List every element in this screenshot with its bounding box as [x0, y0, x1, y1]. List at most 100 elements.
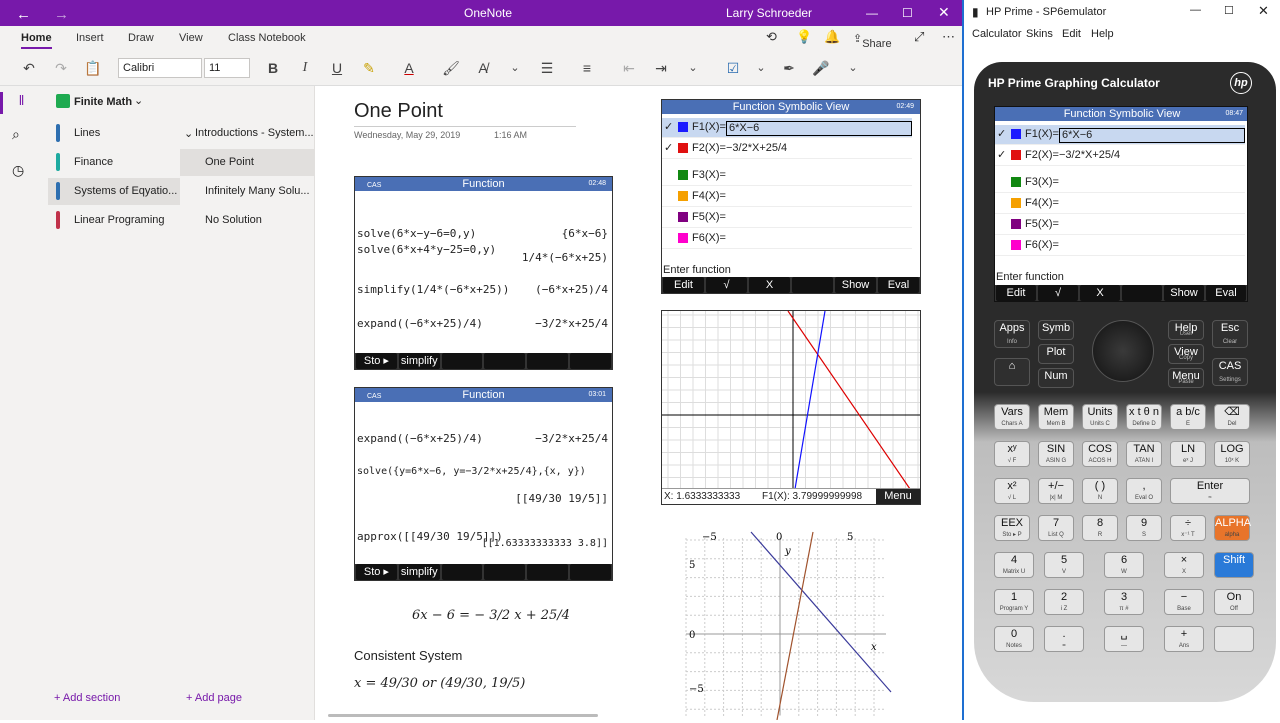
function-row[interactable]: F6(X)=: [995, 236, 1245, 256]
tab-insert[interactable]: Insert: [76, 32, 104, 44]
two-key[interactable]: 2 i Z: [1044, 589, 1084, 615]
function-row[interactable]: F3(X)=: [662, 166, 912, 186]
indent-icon[interactable]: ⇥: [650, 58, 672, 78]
color-swatch[interactable]: [1011, 198, 1021, 208]
section-systems[interactable]: Systems of Eqyatio...: [48, 178, 180, 205]
undefined-key[interactable]: [1214, 626, 1254, 652]
check-mark[interactable]: ✓: [997, 127, 1006, 140]
maximize-icon[interactable]: ☐: [1224, 4, 1234, 17]
multiply-key[interactable]: × X: [1164, 552, 1204, 578]
color-swatch[interactable]: [678, 170, 688, 180]
function-row[interactable]: ✓ F1(X)= 6*X−6: [995, 125, 1245, 145]
plot-key[interactable]: Plot: [1038, 344, 1074, 364]
function-expr[interactable]: 6*X−6: [1059, 128, 1245, 143]
four-key[interactable]: 4 Matrix U: [994, 552, 1034, 578]
ln-key[interactable]: LN eˣ J: [1170, 441, 1206, 467]
home-key[interactable]: ⌂: [994, 358, 1030, 386]
menu-skins[interactable]: Skins: [1026, 28, 1053, 40]
nine-key[interactable]: 9S: [1126, 515, 1162, 541]
chevron-down-icon[interactable]: ⌄: [682, 58, 704, 78]
back-icon[interactable]: ←: [16, 6, 31, 23]
expand-icon[interactable]: ⤢: [914, 29, 924, 45]
color-swatch[interactable]: [678, 191, 688, 201]
close-icon[interactable]: ✕: [938, 4, 950, 21]
font-size-input[interactable]: 11: [204, 58, 250, 78]
search-icon[interactable]: ⌕: [12, 126, 20, 143]
minimize-icon[interactable]: —: [1190, 4, 1201, 16]
italic-button[interactable]: I: [294, 58, 316, 78]
softkey-eval[interactable]: Eval: [1206, 285, 1246, 301]
section-lines[interactable]: Lines: [48, 120, 180, 147]
solution[interactable]: x = 49/30 or (49/30, 19/5): [354, 676, 525, 691]
chevron-down-icon[interactable]: ⌄: [504, 58, 526, 78]
on-key[interactable]: On Off: [1214, 589, 1254, 615]
maximize-icon[interactable]: ☐: [902, 6, 913, 20]
check-mark[interactable]: ✓: [664, 141, 673, 154]
chevron-down-icon[interactable]: ⌄: [842, 58, 864, 78]
format-painter-icon[interactable]: 🖌: [440, 58, 462, 78]
help-key[interactable]: Help User: [1168, 320, 1204, 340]
symb-key[interactable]: Symb: [1038, 320, 1074, 340]
numbering-icon[interactable]: ≡: [576, 58, 598, 78]
menu-calculator[interactable]: Calculator: [972, 28, 1022, 40]
esc-key[interactable]: Esc Clear: [1212, 320, 1248, 348]
calculator-screen[interactable]: Function Symbolic View 08:47 ✓ F1(X)= 6*X…: [994, 106, 1248, 302]
forward-icon[interactable]: →: [54, 6, 69, 23]
page-item[interactable]: ⌄ Introductions - System...: [180, 120, 314, 147]
notebooks-icon[interactable]: ‖: [0, 92, 40, 114]
color-swatch[interactable]: [1011, 177, 1021, 187]
color-swatch[interactable]: [1011, 240, 1021, 250]
one-key[interactable]: 1 Program Y: [994, 589, 1034, 615]
eight-key[interactable]: 8R: [1082, 515, 1118, 541]
page-item[interactable]: No Solution: [180, 207, 314, 234]
user-name[interactable]: Larry Schroeder: [726, 6, 812, 20]
units-key[interactable]: Units Units C: [1082, 404, 1118, 430]
minimize-icon[interactable]: —: [866, 6, 878, 20]
sin-key[interactable]: SIN ASIN G: [1038, 441, 1074, 467]
three-key[interactable]: 3 π #: [1104, 589, 1144, 615]
sync-icon[interactable]: ⟲: [766, 29, 777, 45]
softkey-show[interactable]: Show: [1164, 285, 1204, 301]
chevron-down-icon[interactable]: ⌄: [134, 94, 143, 107]
clear-format-icon[interactable]: A̸: [472, 58, 494, 78]
function-row[interactable]: F4(X)=: [995, 194, 1245, 214]
highlight-icon[interactable]: ✎: [358, 58, 380, 78]
function-expr[interactable]: 6*X−6: [726, 121, 912, 136]
abc-key[interactable]: a b/c E: [1170, 404, 1206, 430]
dot-key[interactable]: . =: [1044, 626, 1084, 652]
check-mark[interactable]: ✓: [664, 120, 673, 133]
direction-pad[interactable]: [1092, 320, 1154, 382]
color-swatch[interactable]: [678, 122, 688, 132]
function-row[interactable]: ✓ F1(X)= 6*X−6: [662, 118, 912, 138]
consistent-label[interactable]: Consistent System: [354, 648, 462, 663]
tab-draw[interactable]: Draw: [128, 32, 154, 44]
bell-icon[interactable]: 🔔: [824, 29, 840, 45]
divide-key[interactable]: ÷ x⁻¹ T: [1170, 515, 1206, 541]
softkey-sqrt[interactable]: √: [1038, 285, 1078, 301]
mem-key[interactable]: Mem Mem B: [1038, 404, 1074, 430]
notebook-name[interactable]: Finite Math: [74, 96, 132, 108]
zero-key[interactable]: 0 Notes: [994, 626, 1034, 652]
menu-key[interactable]: Menu Paste: [1168, 368, 1204, 388]
vars-key[interactable]: Vars Chars A: [994, 404, 1030, 430]
share-button[interactable]: ⇪ Share: [853, 32, 892, 50]
xtn-key[interactable]: x t θ n Define D: [1126, 404, 1162, 430]
tan-key[interactable]: TAN ATAN I: [1126, 441, 1162, 467]
close-icon[interactable]: ✕: [1258, 3, 1269, 19]
shift-key[interactable]: Shift: [1214, 552, 1254, 578]
color-swatch[interactable]: [678, 143, 688, 153]
bullets-icon[interactable]: ☰: [536, 58, 558, 78]
function-row[interactable]: F3(X)=: [995, 173, 1245, 193]
recent-icon[interactable]: ◷: [12, 162, 24, 179]
dictate-icon[interactable]: 🎤: [810, 58, 832, 78]
function-row[interactable]: F5(X)=: [662, 208, 912, 228]
space-key[interactable]: ␣ —: [1104, 626, 1144, 652]
enter-key[interactable]: Enter ≈: [1170, 478, 1250, 504]
apps-key[interactable]: Apps Info: [994, 320, 1030, 348]
function-expr[interactable]: −3/2*X+25/4: [726, 142, 787, 154]
cas-key[interactable]: CAS Settings: [1212, 358, 1248, 386]
function-row[interactable]: F4(X)=: [662, 187, 912, 207]
page-title[interactable]: One Point: [354, 100, 443, 123]
underline-button[interactable]: U: [326, 58, 348, 78]
chevron-down-icon[interactable]: ⌄: [750, 58, 772, 78]
